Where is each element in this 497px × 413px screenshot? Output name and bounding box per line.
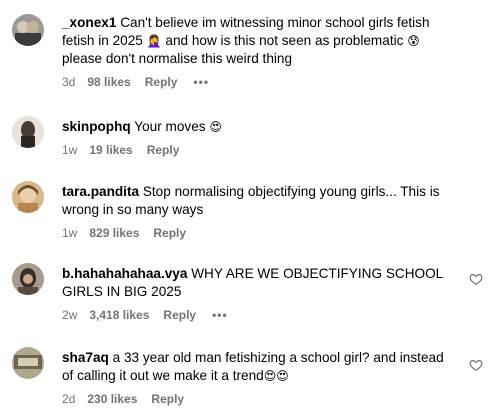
comment-content-after: please don't normalise this weird thing bbox=[62, 51, 293, 66]
comment-username[interactable]: _xonex1 bbox=[62, 15, 116, 30]
comment-text: skinpophq Your moves 😍 bbox=[62, 118, 452, 136]
facepalm-emoji: 🤦‍♀️ bbox=[146, 34, 162, 48]
comment-username[interactable]: skinpophq bbox=[62, 119, 131, 134]
more-options-icon[interactable]: ••• bbox=[212, 308, 228, 322]
comment-meta: 3d 98 likes Reply ••• bbox=[62, 74, 452, 90]
reply-button[interactable]: Reply bbox=[151, 392, 184, 406]
comment-meta: 2w 3,418 likes Reply ••• bbox=[62, 307, 452, 323]
comment-username[interactable]: b.hahahahahaa.vya bbox=[62, 266, 187, 281]
comment-time: 2w bbox=[62, 308, 78, 322]
avatar[interactable] bbox=[12, 181, 44, 213]
comment-content: a 33 year old man fetishizing a school g… bbox=[62, 350, 444, 383]
comment-likes[interactable]: 19 likes bbox=[89, 143, 132, 157]
comment-likes[interactable]: 829 likes bbox=[89, 226, 139, 240]
comment-username[interactable]: tara.pandita bbox=[62, 184, 139, 199]
comment-content-middle: and how is this not seen as problematic bbox=[161, 33, 408, 48]
comment-meta: 1w 19 likes Reply bbox=[62, 142, 452, 158]
comment-likes[interactable]: 230 likes bbox=[87, 392, 137, 406]
comment-body: tara.pandita Stop normalising objectifyi… bbox=[62, 183, 452, 241]
avatar[interactable] bbox=[12, 263, 44, 295]
reply-button[interactable]: Reply bbox=[147, 143, 180, 157]
comment-time: 1w bbox=[62, 226, 78, 240]
heart-outline-icon[interactable] bbox=[469, 272, 483, 286]
comment-likes[interactable]: 98 likes bbox=[87, 75, 130, 89]
reply-button[interactable]: Reply bbox=[163, 308, 196, 322]
more-options-icon[interactable]: ••• bbox=[193, 75, 209, 89]
comment-text: b.hahahahahaa.vya WHY ARE WE OBJECTIFYIN… bbox=[62, 265, 452, 301]
comment-time: 2d bbox=[62, 392, 76, 406]
comment-body: b.hahahahahaa.vya WHY ARE WE OBJECTIFYIN… bbox=[62, 265, 452, 323]
comments-list: _xonex1 Can't believe im witnessing mino… bbox=[0, 0, 497, 413]
comment-text: _xonex1 Can't believe im witnessing mino… bbox=[62, 14, 452, 68]
comment-content: Your moves bbox=[134, 119, 206, 134]
heart-eyes-emoji: 😍😍 bbox=[263, 369, 289, 383]
comment-time: 1w bbox=[62, 143, 78, 157]
reply-button[interactable]: Reply bbox=[145, 75, 178, 89]
comment-body: sha7aq a 33 year old man fetishizing a s… bbox=[62, 349, 452, 407]
avatar[interactable] bbox=[12, 14, 44, 46]
comment-time: 3d bbox=[62, 75, 76, 89]
comment-meta: 1w 829 likes Reply bbox=[62, 225, 452, 241]
comment-text: sha7aq a 33 year old man fetishizing a s… bbox=[62, 349, 452, 385]
comment-text: tara.pandita Stop normalising objectifyi… bbox=[62, 183, 452, 219]
avatar[interactable] bbox=[12, 116, 44, 148]
reply-button[interactable]: Reply bbox=[153, 226, 186, 240]
avatar[interactable] bbox=[12, 347, 44, 379]
comment-body: skinpophq Your moves 😍 1w 19 likes Reply bbox=[62, 118, 452, 158]
scared-emoji: 😰 bbox=[407, 34, 420, 48]
heart-outline-icon[interactable] bbox=[469, 358, 483, 372]
comment-meta: 2d 230 likes Reply bbox=[62, 391, 452, 407]
comment-username[interactable]: sha7aq bbox=[62, 350, 109, 365]
heart-eyes-emoji: 😍 bbox=[209, 120, 222, 134]
comment-body: _xonex1 Can't believe im witnessing mino… bbox=[62, 14, 452, 90]
comment-likes[interactable]: 3,418 likes bbox=[89, 308, 149, 322]
